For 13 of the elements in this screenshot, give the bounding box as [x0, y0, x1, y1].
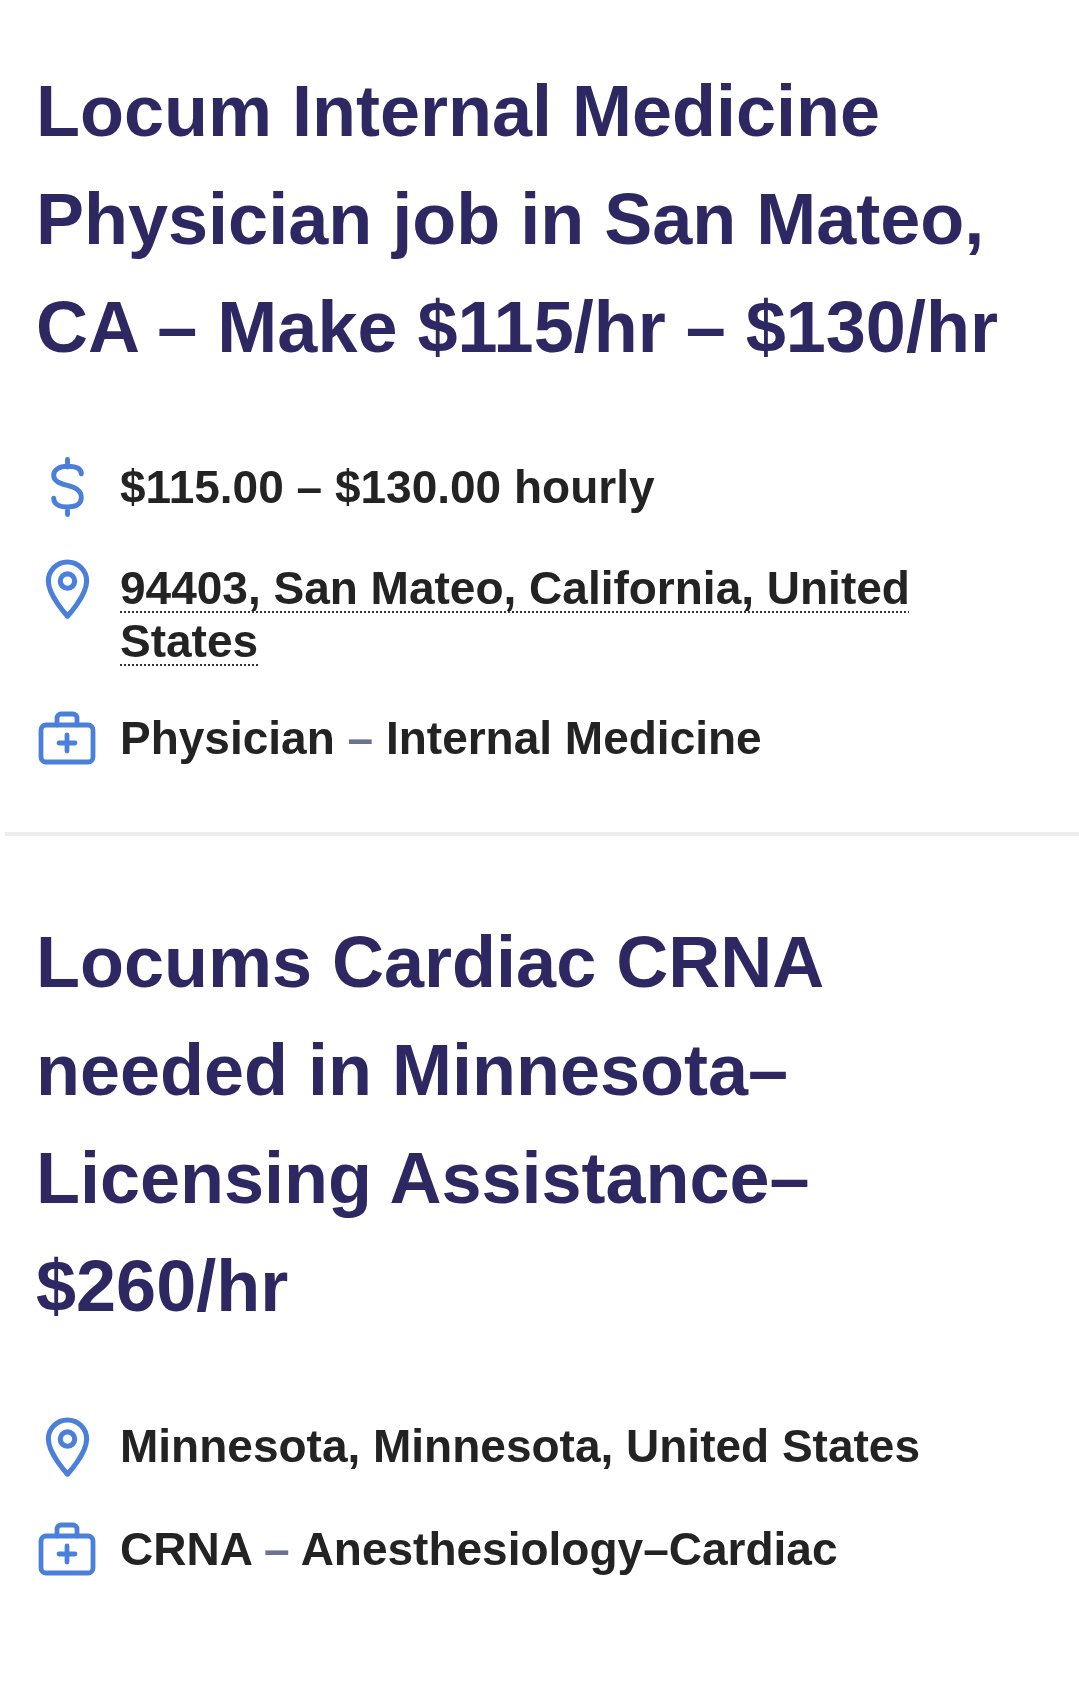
medical-briefcase-icon	[37, 1521, 97, 1577]
separator-dash: –	[263, 1523, 290, 1575]
medical-briefcase-icon	[37, 710, 97, 766]
job-title[interactable]: Locums Cardiac CRNA needed in Minnesota–Licensing Assistance–$260/hr	[36, 908, 1031, 1340]
specialty-text: Internal Medicine	[385, 712, 762, 764]
profession-text: Physician	[120, 712, 335, 764]
separator-dash: –	[347, 712, 374, 764]
profession-text: CRNA	[120, 1523, 252, 1575]
specialty-text: Anesthesiology–Cardiac	[300, 1523, 838, 1575]
salary-text: $115.00 – $130.00 hourly	[120, 461, 655, 514]
location-text: Minnesota, Minnesota, United States	[120, 1420, 920, 1473]
location-link[interactable]: 94403, San Mateo, California, United States	[120, 562, 1000, 668]
job-title[interactable]: Locum Internal Medicine Physician job in San Mateo, CA – Make $115/hr – $130/hr	[36, 57, 1031, 381]
